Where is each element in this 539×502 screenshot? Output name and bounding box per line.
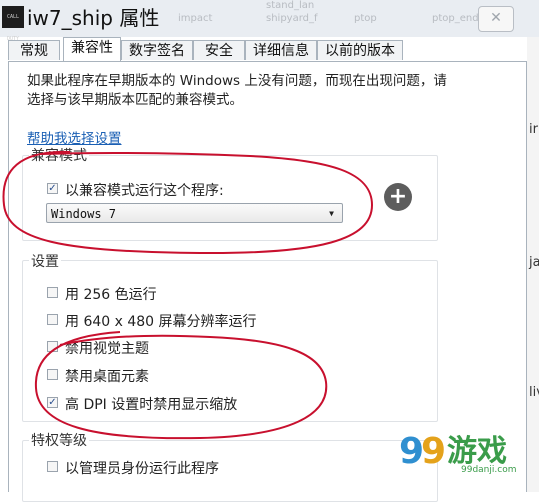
annotation-circle-compat bbox=[2, 150, 374, 255]
watermark-digit: 9 bbox=[421, 431, 446, 472]
site-watermark-logo: 9 9 游戏 bbox=[399, 431, 507, 472]
tab-compatibility[interactable]: 兼容性 bbox=[63, 37, 121, 61]
annotation-circle-settings bbox=[34, 331, 328, 440]
red-annotation-marks bbox=[2, 150, 374, 440]
watermark-text: 99danji.com bbox=[461, 465, 517, 475]
watermark-glyphs: 游戏 bbox=[447, 434, 507, 469]
